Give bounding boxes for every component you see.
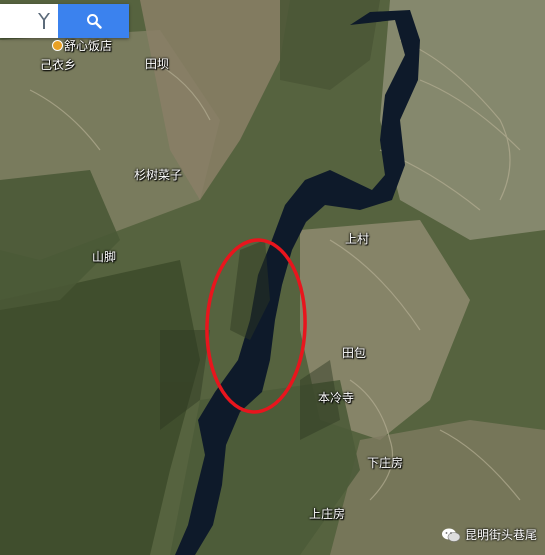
place-label-tianbao: 田包 bbox=[342, 346, 367, 360]
directions-button[interactable] bbox=[29, 4, 58, 38]
wechat-icon bbox=[441, 528, 461, 542]
place-label-shanjiao: 山脚 bbox=[92, 250, 117, 264]
satellite-map[interactable] bbox=[0, 0, 545, 555]
place-label-shangzhuangfang: 上庄房 bbox=[309, 507, 346, 521]
restaurant-pin-icon bbox=[52, 40, 63, 51]
search-button[interactable] bbox=[58, 4, 129, 38]
place-label-shanshucaizi: 杉树菜子 bbox=[134, 168, 183, 182]
poi-restaurant-label: 舒心饭店 bbox=[64, 39, 113, 53]
watermark-text: 昆明街头巷尾 bbox=[464, 528, 537, 542]
place-label-xiazhuangfang: 下庄房 bbox=[367, 456, 404, 470]
place-label-shangcun: 上村 bbox=[345, 232, 370, 246]
poi-restaurant[interactable]: 舒心饭店 bbox=[52, 39, 112, 53]
directions-icon bbox=[37, 13, 50, 29]
place-label-benlengsi: 本冷寺 bbox=[318, 391, 355, 405]
watermark: 昆明街头巷尾 bbox=[441, 526, 537, 543]
place-label-town: 己衣乡 bbox=[40, 58, 77, 72]
search-icon bbox=[86, 14, 102, 29]
map-search-bar bbox=[0, 4, 129, 38]
place-label-tianba: 田坝 bbox=[145, 57, 170, 71]
